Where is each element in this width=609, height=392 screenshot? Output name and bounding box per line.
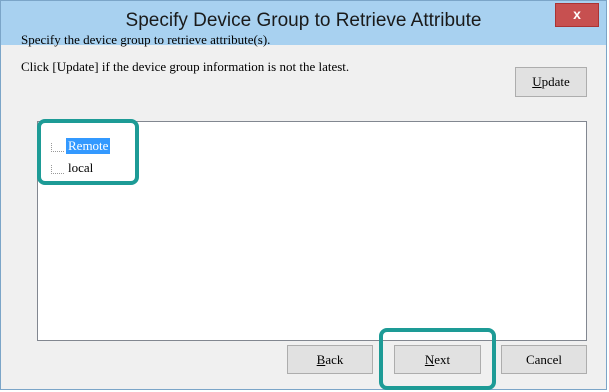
instruction-text-1: Specify the device group to retrieve att…	[21, 32, 271, 47]
update-button[interactable]: Update	[515, 67, 587, 97]
update-button-label: pdate	[541, 74, 570, 89]
back-button-mnemonic: B	[316, 352, 326, 367]
back-button[interactable]: Back	[287, 345, 373, 374]
instruction-text-2: Click [Update] if the device group infor…	[21, 59, 350, 74]
dialog-title: Specify Device Group to Retrieve Attribu…	[125, 10, 482, 31]
update-button-mnemonic: U	[532, 74, 542, 89]
cancel-button[interactable]: Cancel	[501, 345, 587, 374]
close-icon: x	[573, 6, 581, 22]
next-highlight-annotation	[379, 328, 496, 390]
back-button-label: ack	[325, 352, 344, 367]
dialog-window: Specify Device Group to Retrieve Attribu…	[0, 0, 607, 390]
close-button[interactable]: x	[555, 3, 599, 27]
tree-highlight-annotation	[37, 119, 139, 185]
